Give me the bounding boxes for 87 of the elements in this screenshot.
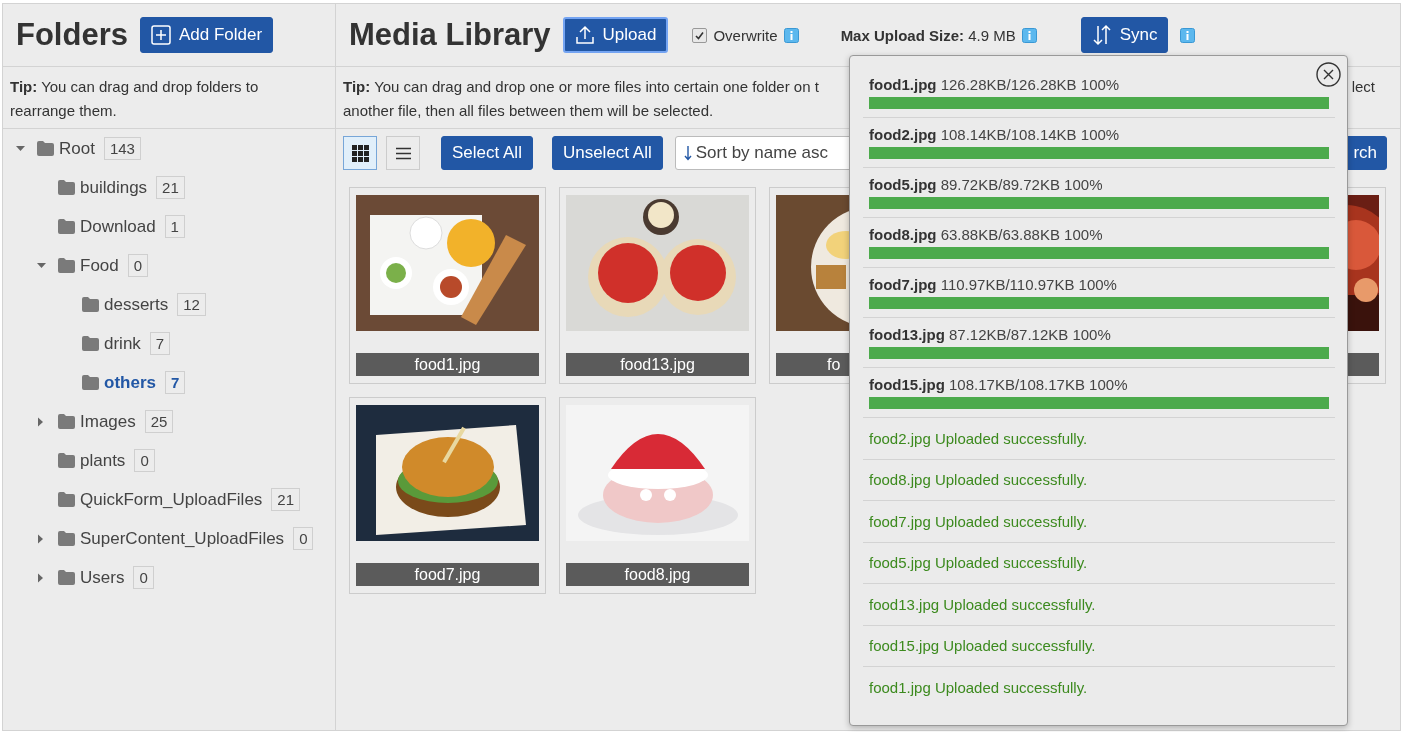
folder-count: 0: [127, 254, 149, 277]
upload-status: food2.jpg 108.14KB/108.14KB 100%: [869, 126, 1121, 144]
grid-icon: [351, 144, 369, 162]
upload-status: food7.jpg 110.97KB/110.97KB 100%: [869, 276, 1118, 294]
tip-text: Tip: You can drag and drop folders to rearrange them.: [3, 67, 335, 129]
max-upload-size: Max Upload Size: 4.9 MB: [840, 26, 1016, 44]
page-title: Media Library: [349, 17, 551, 53]
folder-icon: [81, 335, 100, 352]
info-icon[interactable]: [783, 27, 799, 43]
folder-name[interactable]: plants: [80, 450, 126, 471]
folder-name[interactable]: QuickForm_UploadFiles: [80, 489, 263, 510]
folder-count: 7: [164, 371, 186, 394]
file-name: food8.jpg: [566, 563, 749, 586]
folder-icon: [57, 452, 76, 469]
list-icon: [395, 146, 411, 160]
tip-text: lect: [1351, 77, 1375, 97]
folder-icon: [57, 179, 76, 196]
file-card[interactable]: food7.jpg: [349, 397, 546, 594]
folder-count: 0: [133, 566, 154, 589]
folder-name[interactable]: Food: [80, 255, 119, 276]
folder-count: 12: [177, 293, 206, 316]
folder-icon: [57, 491, 76, 508]
success-message: food15.jpg Uploaded successfully.: [863, 625, 1335, 667]
folder-name[interactable]: buildings: [80, 177, 148, 198]
plus-icon: [150, 25, 171, 45]
file-name: food13.jpg: [566, 353, 749, 376]
folder-name[interactable]: drink: [104, 333, 141, 354]
folder-name[interactable]: Root: [59, 138, 95, 159]
tip-text: another file, then all files between them will be selected.: [343, 101, 715, 121]
folder-count: 25: [144, 410, 174, 433]
unselect-all-button[interactable]: Unselect All: [551, 136, 663, 170]
folder-name[interactable]: Users: [80, 567, 125, 588]
add-folder-button[interactable]: Add Folder: [139, 17, 274, 53]
success-message: food1.jpg Uploaded successfully.: [868, 678, 1089, 699]
caret-icon[interactable]: [15, 143, 26, 154]
folder-icon: [57, 257, 76, 274]
folder-count: 0: [293, 527, 314, 550]
sync-button[interactable]: Sync: [1080, 17, 1169, 53]
folder-icon: [57, 530, 76, 547]
folder-name[interactable]: Images: [80, 411, 136, 432]
folder-name[interactable]: others: [104, 372, 156, 393]
close-icon[interactable]: [1316, 62, 1341, 87]
folder-count: 143: [103, 137, 141, 160]
folder-count: 21: [156, 176, 185, 199]
grid-view-button[interactable]: [343, 136, 377, 170]
folder-count: 1: [164, 215, 185, 238]
checkbox-label: Overwrite: [713, 26, 778, 44]
folder-icon: [57, 413, 76, 430]
success-message: food5.jpg Uploaded successfully.: [863, 542, 1335, 584]
file-card[interactable]: food13.jpg: [559, 187, 756, 384]
tip-text: Tip: You can drag and drop one or more files into certain one folder on t: [343, 77, 819, 97]
success-message: food8.jpg Uploaded successfully.: [863, 459, 1335, 501]
check-icon: [695, 30, 705, 40]
folder-icon: [57, 569, 76, 586]
file-name: food7.jpg: [356, 563, 539, 586]
upload-button[interactable]: Upload: [562, 17, 669, 53]
list-view-button[interactable]: [386, 136, 420, 170]
folder-icon: [81, 296, 100, 313]
upload-status: food15.jpg 108.17KB/108.17KB 100%: [869, 376, 1129, 394]
select-all-button[interactable]: Select All: [441, 136, 533, 170]
info-icon[interactable]: [1021, 27, 1037, 43]
folder-icon: [81, 374, 100, 391]
upload-status: food5.jpg 89.72KB/89.72KB 100%: [869, 176, 1104, 194]
upload-status: food1.jpg 126.28KB/126.28KB 100%: [869, 76, 1121, 94]
folder-count: 7: [149, 332, 171, 355]
down-arrow-icon: [683, 145, 692, 161]
folder-name[interactable]: Download: [80, 216, 156, 237]
sort-arrows-icon: [1091, 24, 1112, 46]
file-name: food1.jpg: [356, 353, 539, 376]
overwrite-checkbox[interactable]: [692, 27, 708, 43]
file-card[interactable]: food8.jpg: [559, 397, 756, 594]
info-icon[interactable]: [1180, 27, 1196, 43]
upload-icon: [574, 25, 595, 45]
success-message: food2.jpg Uploaded successfully.: [863, 418, 1335, 460]
folder-name[interactable]: SuperContent_UploadFiles: [80, 528, 285, 549]
success-message: food7.jpg Uploaded successfully.: [863, 501, 1335, 543]
caret-icon[interactable]: [36, 260, 47, 271]
upload-status: food8.jpg 63.88KB/63.88KB 100%: [869, 226, 1104, 244]
folder-count: 21: [271, 488, 301, 511]
folder-icon: [57, 218, 76, 235]
upload-status: food13.jpg 87.12KB/87.12KB 100%: [869, 326, 1112, 344]
panel-title: Folders: [16, 17, 128, 53]
folder-icon: [36, 140, 55, 157]
folder-name[interactable]: desserts: [104, 294, 169, 315]
folder-count: 0: [134, 449, 155, 472]
success-message: food13.jpg Uploaded successfully.: [863, 584, 1335, 626]
file-card[interactable]: food1.jpg: [349, 187, 546, 384]
